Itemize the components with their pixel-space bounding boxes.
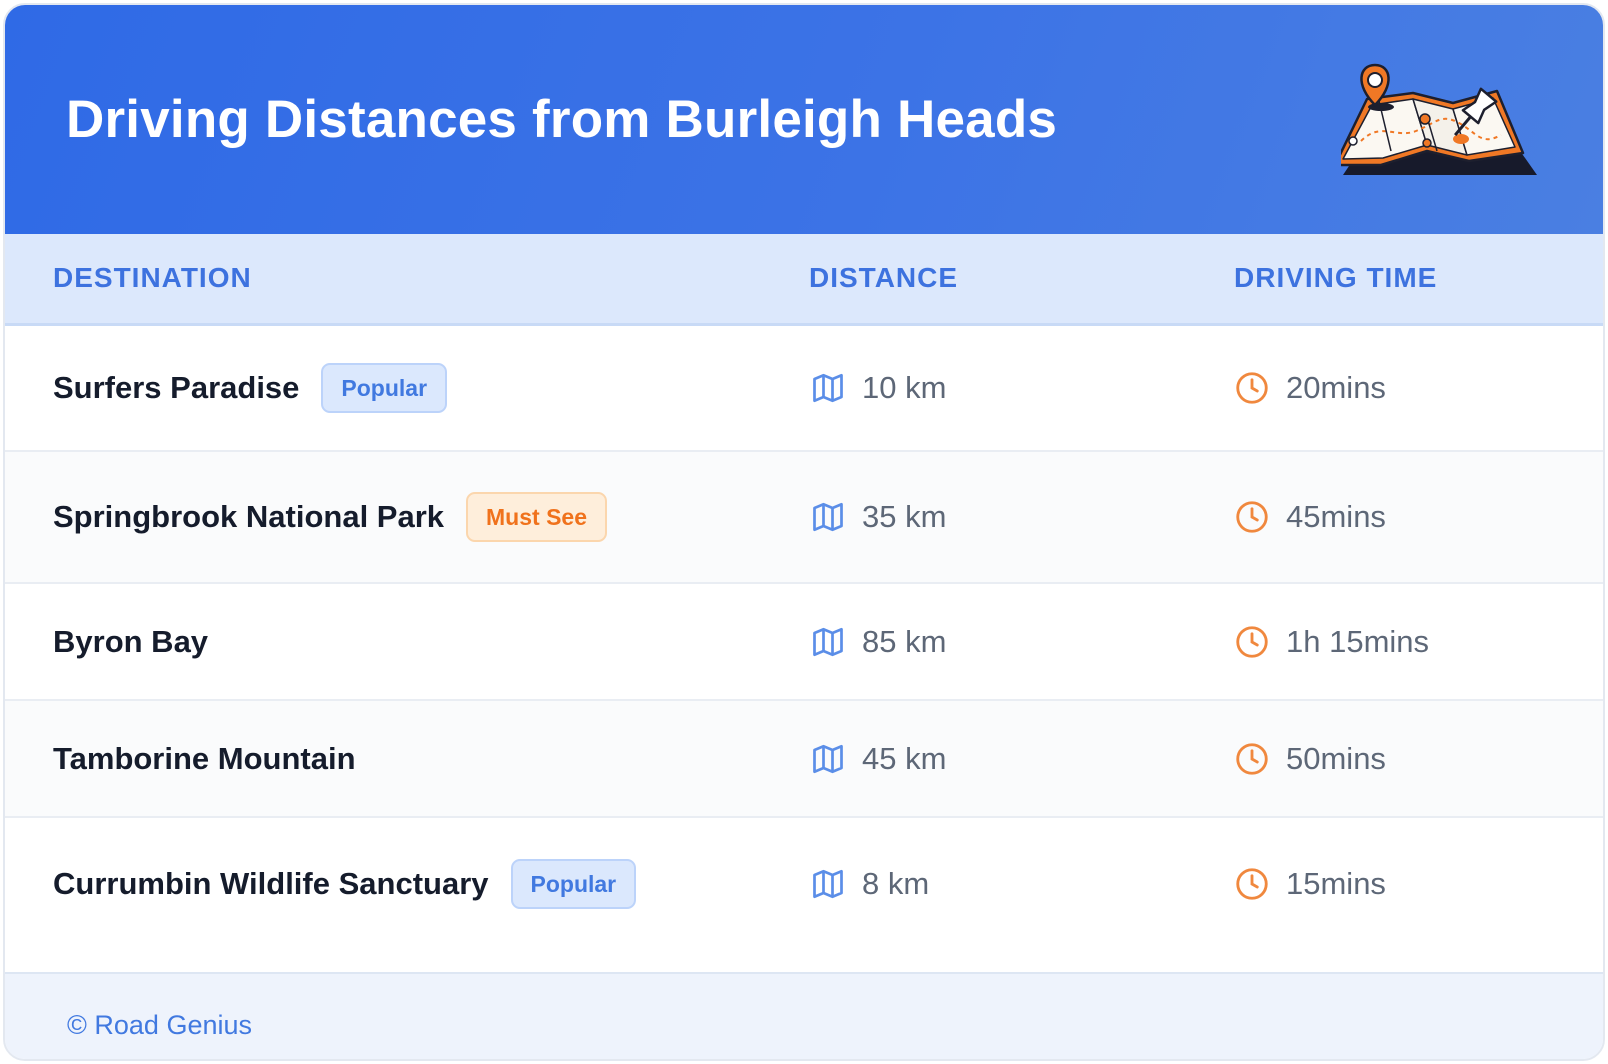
card-header: Driving Distances from Burleigh Heads: [5, 5, 1603, 234]
destination-name: Currumbin Wildlife Sanctuary: [53, 866, 489, 901]
map-icon: [810, 741, 846, 777]
distance-value: 85 km: [862, 623, 947, 659]
distance-value: 35 km: [862, 499, 947, 534]
map-icon: [810, 499, 846, 535]
destination-name: Tamborine Mountain: [53, 740, 356, 776]
map-icon: [810, 866, 846, 902]
destination-name: Byron Bay: [53, 623, 209, 659]
page-title: Driving Distances from Burleigh Heads: [66, 90, 1058, 149]
column-header-destination: DESTINATION: [53, 262, 252, 293]
driving-time-value: 20mins: [1286, 370, 1386, 405]
table-row: Surfers Paradise Popular 10 km 20mins: [5, 326, 1603, 452]
clock-icon: [1234, 866, 1270, 902]
map-with-pins-icon: [1341, 63, 1537, 175]
driving-time-value: 15mins: [1286, 866, 1386, 901]
map-icon: [810, 624, 846, 660]
distance-card: Driving Distances from Burleigh Heads DE…: [3, 3, 1605, 1061]
footer-credit: © Road Genius: [67, 1010, 252, 1040]
destination-name: Surfers Paradise: [53, 370, 300, 405]
clock-icon: [1234, 741, 1270, 777]
clock-icon: [1234, 624, 1270, 660]
map-icon: [810, 370, 846, 406]
popular-badge: Popular: [510, 859, 637, 909]
table-row: Currumbin Wildlife Sanctuary Popular 8 k…: [5, 818, 1603, 972]
driving-time-value: 45mins: [1286, 499, 1386, 534]
distance-value: 45 km: [862, 740, 947, 776]
distance-value: 10 km: [862, 370, 947, 405]
table-row: Byron Bay 85 km 1h 15mins: [5, 584, 1603, 701]
table-row: Tamborine Mountain 45 km 50mins: [5, 701, 1603, 818]
column-header-distance: DISTANCE: [809, 262, 959, 293]
distance-value: 8 km: [862, 866, 930, 901]
driving-time-value: 1h 15mins: [1286, 623, 1430, 659]
clock-icon: [1234, 370, 1270, 406]
table-header: DESTINATION DISTANCE DRIVING TIME: [5, 234, 1603, 326]
must-see-badge: Must See: [466, 492, 607, 542]
driving-time-value: 50mins: [1286, 740, 1386, 776]
table-row: Springbrook National Park Must See 35 km…: [5, 452, 1603, 584]
destination-name: Springbrook National Park: [53, 499, 445, 534]
popular-badge: Popular: [321, 363, 448, 413]
column-header-driving-time: DRIVING TIME: [1234, 262, 1438, 293]
card-footer: © Road Genius: [5, 972, 1603, 1059]
clock-icon: [1234, 499, 1270, 535]
